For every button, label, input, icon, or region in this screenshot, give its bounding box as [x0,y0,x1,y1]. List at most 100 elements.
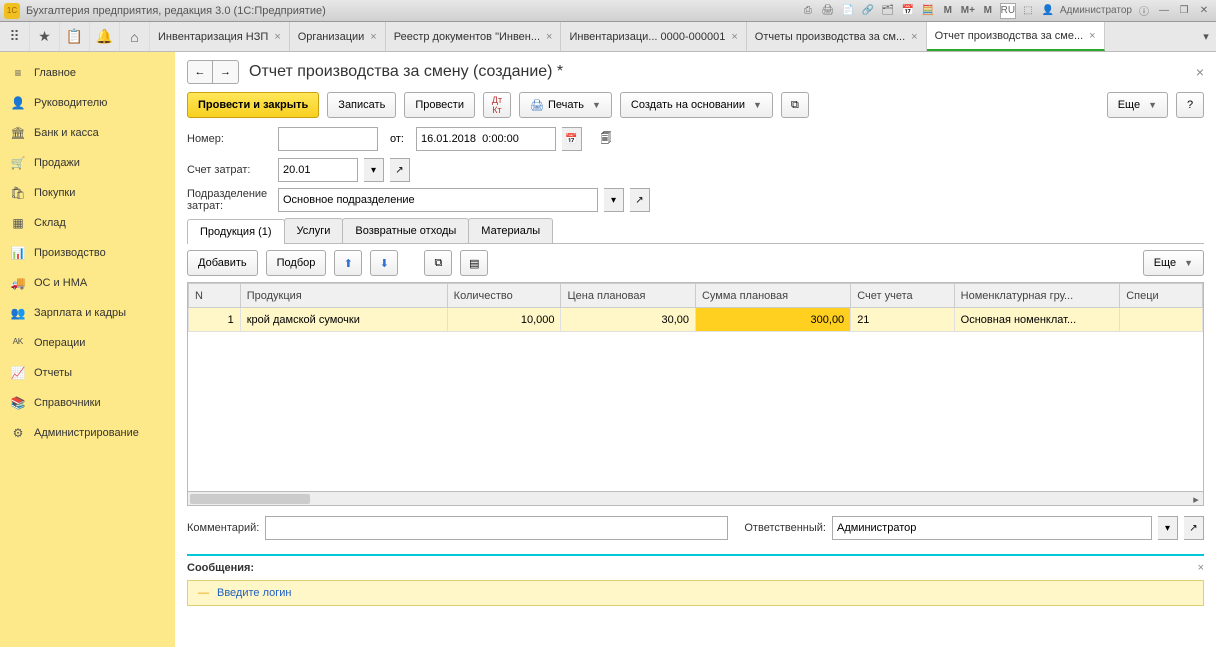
tool-icon[interactable]: 🖨 [820,3,836,19]
dropdown-icon[interactable]: ▾ [604,188,624,212]
sidebar-item[interactable]: 🏛Банк и касса [0,118,175,148]
doc-link-icon[interactable]: 🗐 [592,126,620,152]
grid-header[interactable]: Количество [447,284,561,308]
sidebar-item[interactable]: ≡Главное [0,58,175,88]
window-tab[interactable]: Отчеты производства за см...× [747,22,927,51]
detail-tab[interactable]: Материалы [468,218,553,243]
window-tab[interactable]: Реестр документов "Инвен...× [386,22,562,51]
sidebar-icon: 🛒 [10,155,26,171]
grid-header[interactable]: N [189,284,241,308]
post-and-close-button[interactable]: Провести и закрыть [187,92,319,118]
tool-icon[interactable]: 📄 [840,3,856,19]
sidebar-item[interactable]: 📚Справочники [0,388,175,418]
calendar-icon[interactable]: 📅 [562,127,582,151]
m-icon[interactable]: M [940,3,956,19]
move-down-icon[interactable]: ⬇ [370,250,398,276]
window-tab[interactable]: Организации× [290,22,386,51]
grid-header[interactable]: Продукция [240,284,447,308]
message-row[interactable]: — Введите логин [187,580,1204,606]
nav-forward-button[interactable]: → [213,60,239,84]
detail-tab[interactable]: Продукция (1) [187,219,285,244]
apps-icon[interactable]: ⠿ [0,22,30,51]
grid-header[interactable]: Сумма плановая [695,284,850,308]
open-icon[interactable]: ↗ [630,188,650,212]
sidebar-item[interactable]: ▦Склад [0,208,175,238]
date-input[interactable] [416,127,556,151]
minimize-icon[interactable]: — [1156,3,1172,19]
window-tab[interactable]: Инвентаризация НЗП× [150,22,290,51]
m-icon[interactable]: M [980,3,996,19]
maximize-icon[interactable]: ❐ [1176,3,1192,19]
sidebar-item[interactable]: ⚙Администрирование [0,418,175,448]
copy-icon[interactable]: ⧉ [424,250,452,276]
home-icon[interactable]: ⌂ [120,22,150,51]
print-button[interactable]: 🖨Печать▼ [519,92,612,118]
create-based-button[interactable]: Создать на основании▼ [620,92,773,118]
sidebar-item[interactable]: ᴬᴷОперации [0,328,175,358]
sidebar-item[interactable]: 🛍Покупки [0,178,175,208]
tab-close-icon[interactable]: × [274,31,280,43]
cost-account-input[interactable] [278,158,358,182]
nav-back-button[interactable]: ← [187,60,213,84]
grid-more-button[interactable]: Еще▼ [1143,250,1204,276]
sidebar-label: Справочники [34,397,101,409]
sidebar-item[interactable]: 👤Руководителю [0,88,175,118]
sidebar-item[interactable]: 🛒Продажи [0,148,175,178]
tool-icon[interactable]: ⎙ [800,3,816,19]
sidebar-item[interactable]: 👥Зарплата и кадры [0,298,175,328]
window-tab[interactable]: Инвентаризаци... 0000-000001× [561,22,746,51]
number-input[interactable] [278,127,378,151]
responsible-input[interactable] [832,516,1152,540]
tab-close-icon[interactable]: × [1089,30,1095,42]
grid-header[interactable]: Цена плановая [561,284,696,308]
tool-icon[interactable]: 🗂 [880,3,896,19]
grid-row[interactable]: 1крой дамской сумочки10,00030,00300,0021… [189,308,1203,332]
comment-input[interactable] [265,516,728,540]
user-label[interactable]: Администратор [1060,3,1132,19]
dt-kt-icon[interactable]: ДтКт [483,92,511,118]
move-up-icon[interactable]: ⬆ [334,250,362,276]
messages-close-icon[interactable]: × [1198,562,1204,574]
grid-header[interactable]: Счет учета [851,284,954,308]
subdiv-input[interactable] [278,188,598,212]
close-icon[interactable]: ✕ [1196,3,1212,19]
tabs-more-icon[interactable]: ▾ [1196,22,1216,51]
paste-icon[interactable]: ▤ [460,250,488,276]
m-plus-icon[interactable]: M+ [960,3,976,19]
grid-header[interactable]: Номенклатурная гру... [954,284,1120,308]
grid-header[interactable]: Специ [1120,284,1203,308]
sidebar-item[interactable]: 📈Отчеты [0,358,175,388]
pick-button[interactable]: Подбор [266,250,327,276]
info-icon[interactable]: ⓘ [1136,3,1152,19]
detail-tab[interactable]: Возвратные отходы [342,218,469,243]
structure-icon[interactable]: ⧉ [781,92,809,118]
bell-icon[interactable]: 🔔 [90,22,120,51]
favorite-icon[interactable]: ★ [30,22,60,51]
post-button[interactable]: Провести [404,92,475,118]
clipboard-icon[interactable]: 📋 [60,22,90,51]
open-icon[interactable]: ↗ [1184,516,1204,540]
sidebar-item[interactable]: 📊Производство [0,238,175,268]
more-button[interactable]: Еще▼ [1107,92,1168,118]
save-button[interactable]: Записать [327,92,396,118]
tool-icon[interactable]: ⬚ [1020,3,1036,19]
tab-close-icon[interactable]: × [370,31,376,43]
detail-tab[interactable]: Услуги [284,218,344,243]
window-tab[interactable]: Отчет производства за сме...× [927,22,1105,51]
tab-close-icon[interactable]: × [546,31,552,43]
tool-icon[interactable]: 🔗 [860,3,876,19]
add-row-button[interactable]: Добавить [187,250,258,276]
dropdown-icon[interactable]: ▾ [1158,516,1178,540]
sidebar-item[interactable]: 🚚ОС и НМА [0,268,175,298]
tab-close-icon[interactable]: × [731,31,737,43]
lang-indicator[interactable]: RU [1000,3,1016,19]
dropdown-icon[interactable]: ▾ [364,158,384,182]
product-grid[interactable]: NПродукцияКоличествоЦена плановаяСумма п… [187,282,1204,492]
page-close-icon[interactable]: × [1196,64,1204,80]
grid-scrollbar[interactable]: ◂ ▸ [187,492,1204,506]
tool-icon[interactable]: 🧮 [920,3,936,19]
open-icon[interactable]: ↗ [390,158,410,182]
help-button[interactable]: ? [1176,92,1204,118]
tab-close-icon[interactable]: × [911,31,917,43]
tool-icon[interactable]: 📅 [900,3,916,19]
